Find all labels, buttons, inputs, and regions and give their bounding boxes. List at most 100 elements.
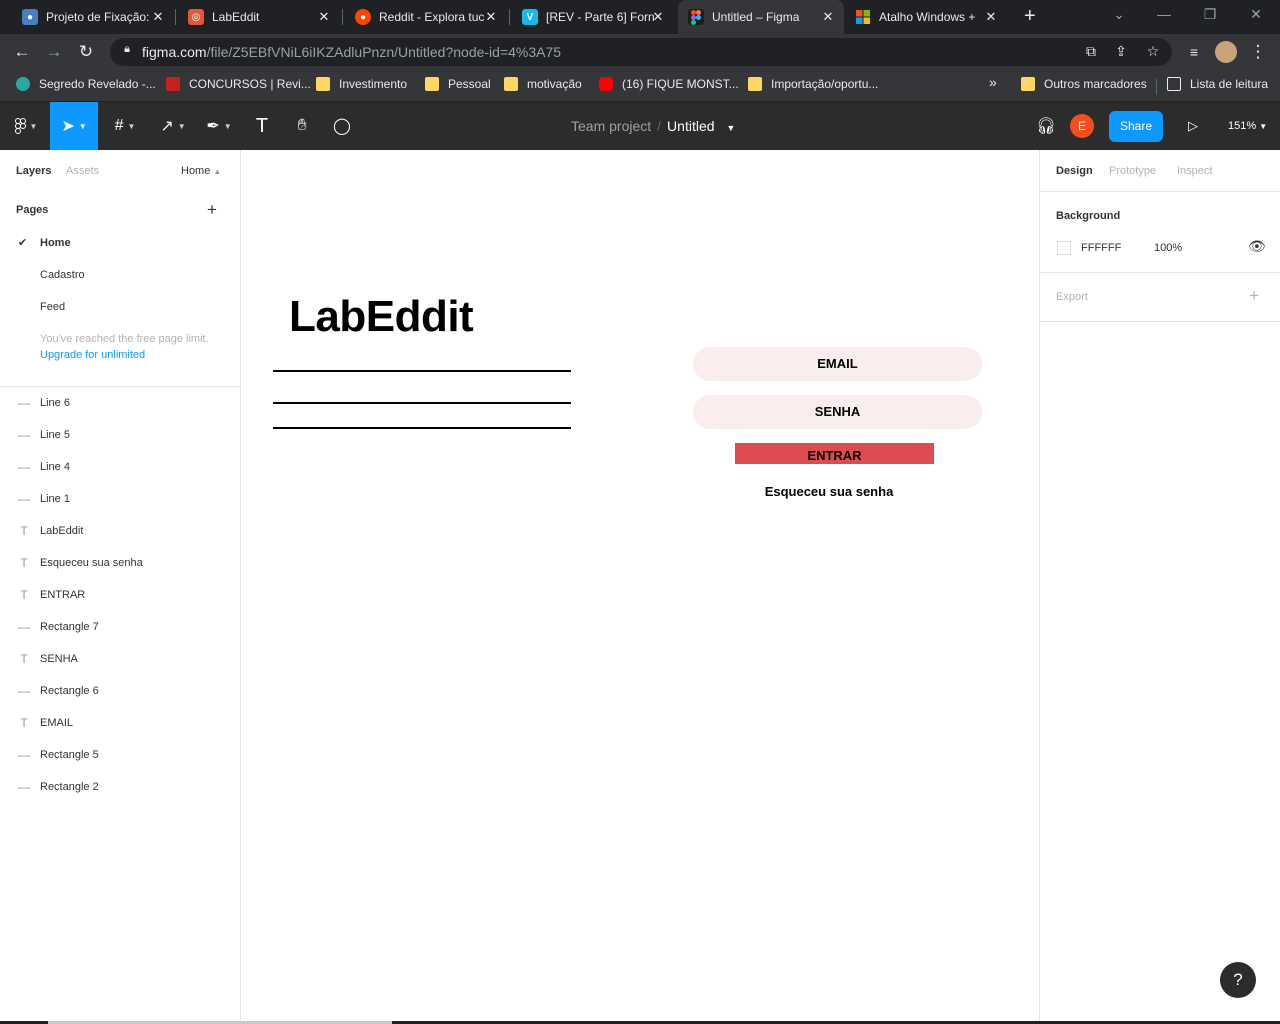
media-control-icon[interactable]: ≡ (1182, 40, 1206, 64)
tab-layers[interactable]: Layers (16, 165, 51, 177)
layer-row[interactable]: — Rectangle 5 (0, 739, 240, 771)
browser-tab[interactable]: ◎ LabEddit ✕ (178, 0, 340, 34)
close-icon[interactable]: ✕ (820, 9, 836, 25)
file-title[interactable]: Team project / Untitled ▼ (571, 118, 735, 134)
browser-tab[interactable]: ● Reddit - Explora tuc ✕ (345, 0, 507, 34)
close-icon[interactable]: ✕ (150, 9, 166, 25)
bookmark-item[interactable]: Pessoal (425, 77, 491, 91)
page-item-home[interactable]: Home (40, 237, 71, 249)
page-switcher[interactable]: Home ▲ (181, 165, 221, 177)
menu-icon[interactable]: ⋮ (1246, 40, 1270, 64)
user-avatar[interactable]: E (1070, 114, 1094, 138)
bookmark-item[interactable]: Segredo Revelado -... (16, 77, 156, 91)
add-export-icon[interactable]: + (1249, 286, 1259, 306)
canvas-senha-field[interactable]: SENHA (693, 395, 982, 429)
bookmark-star-icon[interactable]: ☆ (1144, 43, 1162, 60)
back-icon[interactable]: ← (10, 40, 34, 64)
browser-tab[interactable]: V [REV - Parte 6] Forn ✕ (512, 0, 674, 34)
text-layer-icon: T (20, 588, 28, 602)
browser-tab[interactable]: Atalho Windows + ✕ (845, 0, 1007, 34)
reload-icon[interactable]: ↻ (74, 40, 98, 64)
page-item-cadastro[interactable]: Cadastro (40, 269, 85, 281)
canvas-entrar-button[interactable]: ENTRAR (735, 443, 934, 464)
close-icon[interactable]: ✕ (316, 9, 332, 25)
tab-assets[interactable]: Assets (66, 165, 99, 177)
reading-list[interactable]: Lista de leitura (1167, 77, 1268, 91)
background-hex-input[interactable]: FFFFFF (1081, 242, 1121, 254)
close-icon[interactable]: ✕ (983, 9, 999, 25)
canvas-line[interactable] (273, 402, 571, 404)
bookmark-item[interactable]: motivação (504, 77, 582, 91)
browser-tab[interactable]: ● Projeto de Fixação: ✕ (12, 0, 174, 34)
layer-row[interactable]: — Rectangle 6 (0, 675, 240, 707)
eye-icon[interactable]: 👁︎ (1248, 238, 1266, 255)
canvas-email-field[interactable]: EMAIL (693, 347, 982, 381)
layer-row[interactable]: T EMAIL (0, 707, 240, 739)
restore-icon[interactable]: ❐ (1198, 6, 1222, 23)
layer-row[interactable]: — Line 5 (0, 419, 240, 451)
tab-design[interactable]: Design (1056, 165, 1093, 177)
background-swatch[interactable] (1057, 241, 1071, 255)
audio-button[interactable]: 🎧︎ (1034, 102, 1058, 150)
background-opacity-input[interactable]: 100% (1154, 242, 1182, 254)
help-button[interactable]: ? (1220, 962, 1256, 998)
tab-search-icon[interactable]: ⌄ (1107, 6, 1131, 23)
close-icon[interactable]: ✕ (483, 9, 499, 25)
bookmark-item[interactable]: Investimento (316, 77, 407, 91)
zoom-menu[interactable]: 151% ▼ (1228, 120, 1267, 132)
install-icon[interactable]: ⧉ (1082, 43, 1100, 60)
bookmark-item[interactable]: CONCURSOS | Revi... (166, 77, 311, 91)
youtube-icon (599, 77, 613, 91)
close-icon[interactable]: ✕ (650, 9, 666, 25)
other-bookmarks[interactable]: Outros marcadores (1021, 77, 1147, 91)
canvas-line[interactable] (273, 370, 571, 372)
bookmark-item[interactable]: (16) FIQUE MONST... (599, 77, 739, 91)
canvas-line[interactable] (273, 427, 571, 429)
profile-avatar[interactable] (1215, 41, 1237, 63)
canvas-logo-text[interactable]: LabEddit (289, 292, 474, 342)
pen-tool[interactable]: ✒ ▼ (198, 102, 240, 150)
layer-row[interactable]: T Esqueceu sua senha (0, 547, 240, 579)
upgrade-link[interactable]: Upgrade for unlimited (40, 349, 145, 361)
move-tool[interactable]: ➤ ▼ (50, 102, 98, 150)
layer-row[interactable]: — Rectangle 2 (0, 771, 240, 803)
new-tab-icon[interactable]: + (1024, 5, 1036, 28)
layer-row[interactable]: T LabEddit (0, 515, 240, 547)
bookmark-item[interactable]: Importação/oportu... (748, 77, 878, 91)
browser-tab-active[interactable]: Untitled – Figma ✕ (678, 0, 844, 34)
frame-tool[interactable]: # ▼ (104, 102, 146, 150)
comment-tool[interactable]: ◯ (328, 102, 356, 150)
layer-row[interactable]: — Rectangle 7 (0, 611, 240, 643)
github-icon: ● (22, 9, 38, 25)
present-button[interactable]: ▷ (1182, 102, 1204, 150)
text-tool[interactable]: T (248, 102, 276, 150)
tab-inspect[interactable]: Inspect (1177, 165, 1212, 177)
add-page-icon[interactable]: + (207, 200, 217, 220)
layer-row[interactable]: — Line 6 (0, 387, 240, 419)
layer-row[interactable]: T SENHA (0, 643, 240, 675)
share-button[interactable]: Share (1109, 111, 1163, 142)
hand-tool[interactable]: ✋︎ (288, 102, 316, 150)
layer-row[interactable]: — Line 1 (0, 483, 240, 515)
share-page-icon[interactable]: ⇪ (1112, 43, 1130, 60)
url-input[interactable]: 🔒︎ figma.com/file/Z5EBfVNiL6iIKZAdluPnzn… (110, 38, 1172, 66)
bookmarks-overflow-icon[interactable]: » (989, 74, 997, 90)
comment-icon: ◯ (333, 118, 351, 135)
main-menu-button[interactable]: ▼ (6, 102, 46, 150)
canvas-forgot-password[interactable]: Esqueceu sua senha (693, 484, 965, 499)
layer-row[interactable]: T ENTRAR (0, 579, 240, 611)
pen-icon: ✒ (206, 118, 220, 135)
shape-tool[interactable]: ↗ ▼ (152, 102, 194, 150)
page-item-feed[interactable]: Feed (40, 301, 65, 313)
file-name[interactable]: Untitled (667, 118, 714, 134)
layer-row[interactable]: — Line 4 (0, 451, 240, 483)
lock-icon[interactable]: 🔒︎ (118, 43, 136, 56)
tab-prototype[interactable]: Prototype (1109, 165, 1156, 177)
minimize-icon[interactable]: — (1152, 6, 1176, 22)
window-close-icon[interactable]: ✕ (1244, 6, 1268, 23)
chevron-down-icon[interactable]: ▼ (726, 123, 735, 133)
rectangle-layer-icon: — (18, 748, 30, 762)
design-canvas[interactable]: LabEddit EMAIL SENHA ENTRAR Esqueceu sua… (241, 150, 1039, 1024)
forward-icon[interactable]: → (42, 40, 66, 64)
team-name[interactable]: Team project (571, 118, 651, 134)
